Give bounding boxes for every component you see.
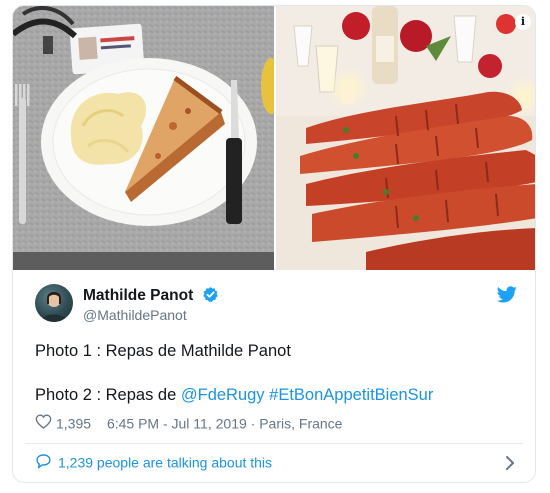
author-name[interactable]: Mathilde Panot	[83, 287, 193, 304]
like-count[interactable]: 1,395	[56, 415, 91, 431]
tweet-line-2-prefix: Photo 2 : Repas de	[35, 386, 181, 404]
conversation-link[interactable]: 1,239 people are talking about this	[35, 453, 515, 475]
meta-separator: ·	[250, 415, 260, 432]
conversation-label[interactable]: 1,239 people are talking about this	[58, 455, 272, 471]
photo-meal-2[interactable]: i	[276, 6, 535, 270]
hashtag-link[interactable]: #EtBonAppetitBienSur	[269, 386, 433, 404]
tweet-location[interactable]: Paris, France	[259, 415, 342, 431]
media-info-icon[interactable]: i	[515, 14, 531, 30]
tweet-line-2: Photo 2 : Repas de @FdeRugy #EtBonAppeti…	[35, 384, 515, 406]
photo-meal-1[interactable]	[13, 6, 274, 270]
twitter-bird-icon[interactable]	[496, 286, 517, 308]
photo-meal-1-image	[13, 6, 274, 270]
verified-badge-icon	[202, 286, 219, 308]
divider	[25, 443, 523, 444]
avatar[interactable]	[35, 284, 73, 322]
tweet-author[interactable]: Mathilde Panot @MathildePanot	[35, 284, 525, 330]
tweet-media[interactable]: i	[13, 6, 535, 270]
tweet-card: i Mathilde Panot @MathildePanot Photo 1 …	[12, 5, 536, 483]
comment-bubble-icon	[35, 453, 52, 472]
author-handle[interactable]: @MathildePanot	[83, 307, 187, 323]
avatar-image	[41, 292, 67, 322]
photo-meal-2-image	[276, 6, 535, 270]
mention-link[interactable]: @FdeRugy	[181, 386, 265, 404]
tweet-timestamp[interactable]: 6:45 PM - Jul 11, 2019	[107, 415, 247, 431]
author-name-line[interactable]: Mathilde Panot	[83, 286, 219, 308]
like-heart-icon[interactable]	[35, 414, 52, 432]
tweet-meta: 1,395 6:45 PM - Jul 11, 2019 · Paris, Fr…	[35, 414, 342, 432]
chevron-right-icon[interactable]	[505, 455, 515, 474]
tweet-text: Photo 1 : Repas de Mathilde Panot Photo …	[35, 340, 515, 406]
tweet-line-1: Photo 1 : Repas de Mathilde Panot	[35, 342, 291, 360]
